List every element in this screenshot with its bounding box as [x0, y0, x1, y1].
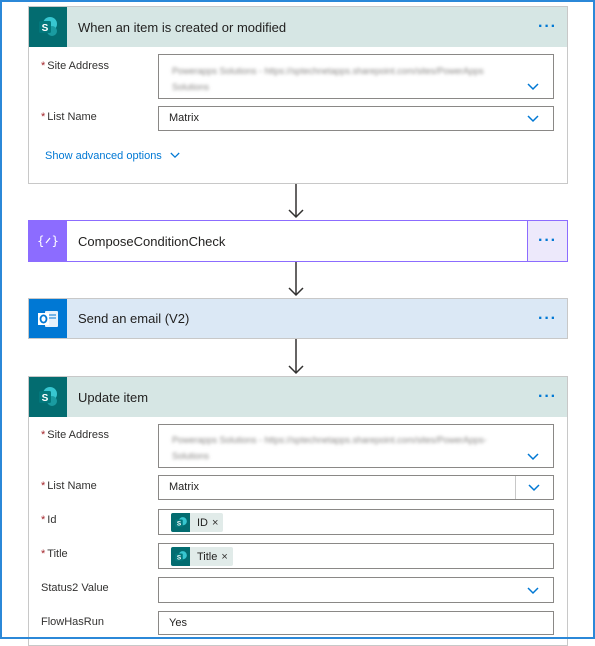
- title-token[interactable]: S Title ×: [171, 547, 233, 566]
- send-email-title: Send an email (V2): [78, 311, 190, 326]
- compose-card[interactable]: { } ComposeConditionCheck ···: [28, 220, 568, 262]
- compose-card-header[interactable]: { } ComposeConditionCheck ···: [29, 221, 567, 261]
- site-address-value: Powerapps Solutions - https://sptechneta…: [172, 435, 487, 461]
- site-address-dropdown[interactable]: Powerapps Solutions - https://sptechneta…: [158, 54, 554, 99]
- send-email-menu-button[interactable]: ···: [538, 310, 557, 327]
- chevron-down-icon[interactable]: [527, 587, 539, 595]
- update-item-title: Update item: [78, 389, 149, 405]
- list-name-dropdown[interactable]: Matrix: [158, 475, 554, 500]
- chevron-down-icon: [170, 152, 180, 159]
- title-token-label: Title: [197, 550, 218, 563]
- compose-icon: { }: [29, 221, 67, 261]
- compose-menu-button[interactable]: ···: [538, 233, 557, 249]
- list-name-label: * List Name: [41, 111, 97, 123]
- trigger-card[interactable]: S When an item is created or modified ··…: [28, 6, 568, 184]
- update-item-card-header[interactable]: S Update item ···: [29, 377, 567, 417]
- site-address-label: * Site Address: [41, 429, 110, 441]
- sharepoint-icon: S: [29, 7, 67, 47]
- status2-value-label: Status2 Value: [41, 582, 109, 594]
- compose-title: ComposeConditionCheck: [78, 233, 226, 249]
- list-name-label: * List Name: [41, 480, 97, 492]
- site-address-label: * Site Address: [41, 60, 110, 72]
- site-address-dropdown[interactable]: Powerapps Solutions - https://sptechneta…: [158, 424, 554, 468]
- svg-text:S: S: [42, 23, 49, 34]
- trigger-card-header[interactable]: S When an item is created or modified ··…: [29, 7, 567, 47]
- close-icon[interactable]: ×: [221, 551, 227, 563]
- chevron-down-icon[interactable]: [528, 484, 540, 492]
- trigger-body: * Site Address Powerapps Solutions - http…: [29, 47, 567, 183]
- flow-arrow: [288, 184, 304, 219]
- svg-text:S: S: [176, 554, 181, 561]
- flowhasrun-value: Yes: [169, 617, 187, 629]
- id-label: * Id: [41, 514, 57, 526]
- close-icon[interactable]: ×: [212, 517, 218, 529]
- update-item-card[interactable]: S Update item ··· * Site Address Powerapp…: [28, 376, 568, 646]
- flow-arrow: [288, 262, 304, 297]
- list-name-value: Matrix: [169, 481, 199, 493]
- title-field[interactable]: S Title ×: [158, 543, 554, 569]
- flowhasrun-label: FlowHasRun: [41, 616, 104, 628]
- sharepoint-icon: S: [29, 377, 67, 417]
- trigger-title: When an item is created or modified: [78, 19, 287, 35]
- chevron-down-icon[interactable]: [527, 83, 539, 91]
- trigger-menu-button[interactable]: ···: [538, 19, 557, 35]
- id-token[interactable]: S ID ×: [171, 513, 224, 532]
- site-address-value: Powerapps Solutions - https://sptechneta…: [172, 66, 484, 92]
- sharepoint-icon: S: [171, 513, 190, 532]
- update-item-menu-button[interactable]: ···: [538, 389, 557, 405]
- status2-value-dropdown[interactable]: [158, 577, 554, 603]
- list-name-dropdown[interactable]: Matrix: [158, 106, 554, 131]
- list-name-chevron-button[interactable]: [515, 476, 553, 499]
- send-email-card-header[interactable]: Send an email (V2) ···: [29, 299, 567, 338]
- outlook-icon: [29, 299, 67, 338]
- flowhasrun-field[interactable]: Yes: [158, 611, 554, 635]
- send-email-card[interactable]: Send an email (V2) ···: [28, 298, 568, 339]
- chevron-down-icon[interactable]: [527, 115, 539, 123]
- sharepoint-icon: S: [171, 547, 190, 566]
- list-name-value: Matrix: [169, 112, 199, 124]
- update-item-body: * Site Address Powerapps Solutions - http…: [29, 417, 567, 645]
- svg-text:S: S: [176, 520, 181, 527]
- show-advanced-options-link[interactable]: Show advanced options: [45, 150, 180, 162]
- flow-arrow: [288, 339, 304, 375]
- svg-text:S: S: [42, 393, 49, 404]
- chevron-down-icon[interactable]: [527, 453, 539, 461]
- id-field[interactable]: S ID ×: [158, 509, 554, 535]
- title-label: * Title: [41, 548, 68, 560]
- id-token-label: ID: [197, 516, 208, 529]
